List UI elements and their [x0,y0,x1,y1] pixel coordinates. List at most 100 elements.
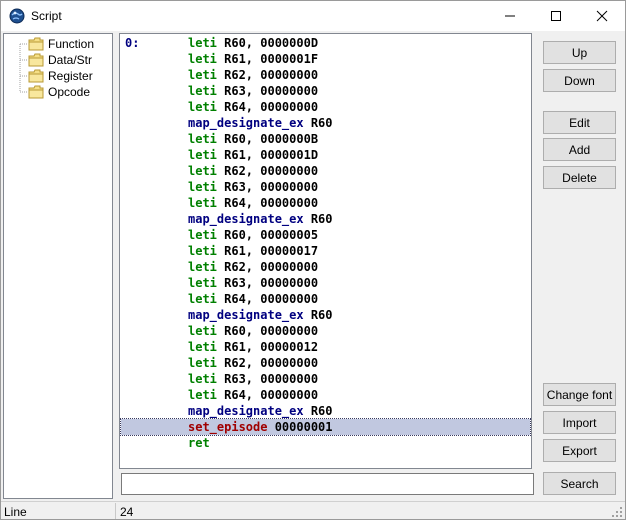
minimize-icon [505,15,515,17]
down-button[interactable]: Down [543,69,616,92]
code-line-instruction: leti R60, 00000000 [188,323,318,339]
title-bar: Script [1,1,625,31]
code-args: R60, 00000005 [216,228,319,242]
code-args: R61, 00000012 [216,340,319,354]
code-args: R62, 00000000 [216,260,319,274]
code-line[interactable]: leti R63, 00000000 [121,179,530,195]
code-args: R61, 00000017 [216,244,319,258]
code-args: R63, 00000000 [216,372,319,386]
code-opcode: map_designate_ex [188,212,304,226]
code-args: R60 [303,116,333,130]
code-line[interactable]: leti R61, 00000012 [121,339,530,355]
code-line-instruction: leti R61, 00000017 [188,243,318,259]
code-line[interactable]: leti R63, 00000000 [121,83,530,99]
code-line[interactable]: ret [121,435,530,451]
code-line[interactable]: map_designate_ex R60 [121,403,530,419]
code-line-instruction: map_designate_ex R60 [188,115,333,131]
code-line[interactable]: leti R62, 00000000 [121,67,530,83]
code-line[interactable]: leti R63, 00000000 [121,371,530,387]
code-args: R62, 00000000 [216,356,319,370]
code-line-instruction: ret [188,435,210,451]
code-line-instruction: leti R62, 00000000 [188,355,318,371]
code-line-instruction: leti R62, 00000000 [188,259,318,275]
code-line[interactable]: leti R61, 00000017 [121,243,530,259]
edit-button[interactable]: Edit [543,111,616,134]
code-args: R60, 00000000 [216,324,319,338]
code-opcode: leti [188,244,217,258]
tree-connector [19,52,28,68]
code-opcode: leti [188,372,217,386]
status-bar: Line 24 [1,501,625,519]
search-button[interactable]: Search [543,472,616,495]
code-opcode: leti [188,180,217,194]
code-opcode: leti [188,148,217,162]
folder-icon [28,37,44,51]
code-listing[interactable]: 0: leti R60, 0000000D leti R61, 0000001F le… [119,33,532,469]
code-line[interactable]: map_designate_ex R60 [121,115,530,131]
code-line-instruction: leti R64, 00000000 [188,291,318,307]
code-line[interactable]: 0: leti R60, 0000000D [121,35,530,51]
code-line[interactable]: leti R60, 00000005 [121,227,530,243]
tree-item-label: Function [48,37,95,51]
code-line-instruction: leti R64, 00000000 [188,195,318,211]
maximize-button[interactable] [533,1,579,31]
code-args: R60 [303,404,333,418]
code-args: R61, 0000001F [216,52,319,66]
code-line[interactable]: leti R63, 00000000 [121,275,530,291]
resize-grip-icon[interactable] [611,506,623,518]
minimize-button[interactable] [487,1,533,31]
code-line-instruction: leti R63, 00000000 [188,179,318,195]
code-line[interactable]: leti R64, 00000000 [121,99,530,115]
code-args: R64, 00000000 [216,100,319,114]
close-button[interactable] [579,1,625,31]
code-line[interactable]: leti R61, 0000001D [121,147,530,163]
code-line-address: 0: [125,36,140,50]
add-button[interactable]: Add [543,138,616,161]
change-font-button[interactable]: Change font [543,383,616,406]
category-tree[interactable]: Function Data/Str Register Opcode [3,33,113,499]
code-line-selected[interactable]: set_episode 00000001 [120,418,531,436]
code-line-instruction: leti R61, 0000001F [188,51,318,67]
code-opcode: map_designate_ex [188,308,304,322]
code-args: R60, 0000000D [216,36,319,50]
code-line[interactable]: leti R60, 00000000 [121,323,530,339]
code-opcode: leti [188,292,217,306]
code-opcode: leti [188,52,217,66]
code-line[interactable]: leti R61, 0000001F [121,51,530,67]
close-icon [596,10,608,22]
code-line-instruction: leti R62, 00000000 [188,163,318,179]
code-line[interactable]: leti R62, 00000000 [121,163,530,179]
code-args: 00000001 [267,420,333,434]
code-line-instruction: leti R63, 00000000 [188,83,318,99]
code-line[interactable]: leti R64, 00000000 [121,291,530,307]
code-opcode: leti [188,228,217,242]
folder-icon [28,85,44,99]
import-button[interactable]: Import [543,411,616,434]
code-args: R63, 00000000 [216,180,319,194]
code-opcode: leti [188,340,217,354]
search-input[interactable] [121,473,534,495]
code-line[interactable]: leti R62, 00000000 [121,355,530,371]
code-line-instruction: leti R63, 00000000 [188,371,318,387]
code-opcode: leti [188,132,217,146]
code-opcode: leti [188,164,217,178]
window-title: Script [31,9,62,23]
code-opcode: set_episode [188,420,268,434]
code-line-instruction: leti R61, 00000012 [188,339,318,355]
code-line[interactable]: map_designate_ex R60 [121,307,530,323]
folder-icon [28,69,44,83]
code-opcode: leti [188,356,217,370]
tree-connector [19,68,28,84]
code-line[interactable]: leti R60, 0000000B [121,131,530,147]
code-line[interactable]: leti R64, 00000000 [121,195,530,211]
code-line-instruction: set_episode 00000001 [188,419,333,435]
code-line[interactable]: leti R64, 00000000 [121,387,530,403]
code-line-instruction: leti R61, 0000001D [188,147,318,163]
delete-button[interactable]: Delete [543,166,616,189]
up-button[interactable]: Up [543,41,616,64]
code-args: R63, 00000000 [216,276,319,290]
code-args: R60 [303,212,333,226]
code-line[interactable]: map_designate_ex R60 [121,211,530,227]
export-button[interactable]: Export [543,439,616,462]
code-line[interactable]: leti R62, 00000000 [121,259,530,275]
